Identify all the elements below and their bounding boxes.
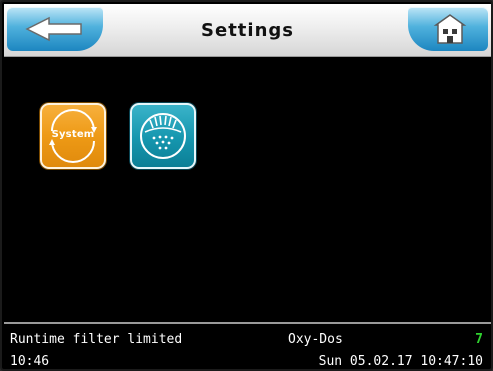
system-settings-tile[interactable]: System	[40, 103, 106, 169]
page-title: Settings	[201, 20, 294, 41]
date-time: Sun 05.02.17 10:47:10	[318, 354, 483, 369]
status-bar: Runtime filter limited Oxy-Dos 7 10:46 S…	[4, 322, 491, 369]
title-bar: Settings	[4, 4, 491, 57]
status-message: Runtime filter limited	[10, 332, 183, 347]
home-button[interactable]	[408, 7, 488, 51]
runtime-value: 10:46	[10, 354, 50, 369]
filter-icon	[140, 113, 186, 159]
status-counter: 7	[475, 332, 483, 347]
back-button[interactable]	[7, 7, 103, 51]
dosing-mode: Oxy-Dos	[288, 332, 343, 347]
home-icon	[433, 14, 467, 44]
filter-settings-tile[interactable]	[130, 103, 196, 169]
system-tile-label: System	[51, 129, 95, 140]
settings-grid: System	[4, 57, 491, 322]
arrow-left-icon	[25, 16, 82, 42]
device-screen: Settings System Runtime filter limited O…	[0, 0, 493, 371]
